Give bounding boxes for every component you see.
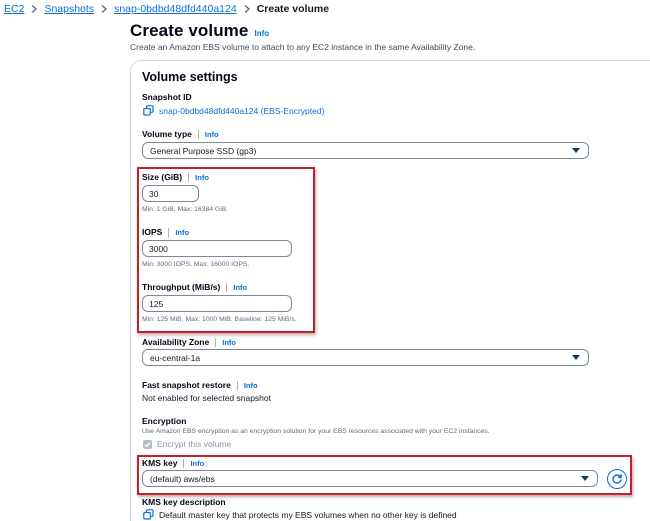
highlight-box-performance [137, 167, 315, 333]
fast-snapshot-restore-label-text: Fast snapshot restore [142, 380, 231, 390]
copy-icon[interactable] [143, 105, 154, 116]
kms-key-description-row: Default master key that protects my EBS … [143, 509, 457, 520]
snapshot-id-label: Snapshot ID [142, 92, 192, 102]
availability-zone-label-text: Availability Zone [142, 337, 210, 347]
volume-type-value: General Purpose SSD (gp3) [150, 145, 257, 156]
kms-key-description-label-text: KMS key description [142, 497, 226, 507]
chevron-right-icon [101, 5, 108, 13]
label-divider [197, 129, 199, 139]
kms-key-description-value: Default master key that protects my EBS … [159, 509, 457, 520]
encrypt-volume-label: Encrypt this volume [157, 439, 232, 449]
caret-down-icon [572, 355, 580, 360]
fast-snapshot-restore-label: Fast snapshot restore Info [142, 380, 258, 390]
chevron-right-icon [31, 5, 38, 13]
chevron-right-icon [244, 5, 250, 13]
highlight-box-kms-key [137, 455, 632, 495]
fast-snapshot-restore-info-link[interactable]: Info [244, 381, 258, 390]
encryption-label: Encryption [142, 416, 186, 426]
breadcrumb-snapshot-id[interactable]: snap-0bdbd48dfd440a124 [114, 3, 237, 15]
encryption-description: Use Amazon EBS encryption as an encrypti… [142, 428, 490, 435]
caret-down-icon [572, 148, 580, 153]
encrypt-volume-checkbox[interactable] [143, 439, 152, 449]
breadcrumb-ec2[interactable]: EC2 [4, 3, 24, 15]
label-divider [215, 337, 217, 347]
copy-icon[interactable] [143, 509, 154, 520]
breadcrumb: EC2 Snapshots snap-0bdbd48dfd440a124 Cre… [4, 2, 329, 16]
breadcrumb-snapshots[interactable]: Snapshots [44, 3, 94, 15]
page-info-link[interactable]: Info [254, 29, 269, 38]
checkmark-icon [144, 441, 151, 447]
snapshot-id-label-text: Snapshot ID [142, 92, 192, 102]
volume-type-label-text: Volume type [142, 129, 192, 139]
availability-zone-value: eu-central-1a [150, 352, 201, 363]
volume-type-info-link[interactable]: Info [205, 130, 219, 139]
volume-settings-title: Volume settings [142, 70, 238, 84]
fast-snapshot-restore-value: Not enabled for selected snapshot [142, 393, 272, 403]
availability-zone-label: Availability Zone Info [142, 337, 236, 347]
encrypt-volume-checkbox-row: Encrypt this volume [143, 439, 231, 449]
snapshot-id-link[interactable]: snap-0bdbd48dfd440a124 (EBS-Encrypted) [143, 105, 324, 116]
page-description: Create an Amazon EBS volume to attach to… [130, 42, 476, 52]
volume-type-select[interactable]: General Purpose SSD (gp3) [142, 142, 589, 159]
kms-key-description-label: KMS key description [142, 497, 226, 507]
page-header: Create volume Info [130, 21, 269, 41]
availability-zone-info-link[interactable]: Info [222, 338, 236, 347]
snapshot-id-value[interactable]: snap-0bdbd48dfd440a124 (EBS-Encrypted) [159, 106, 324, 116]
page-title: Create volume [130, 21, 249, 40]
breadcrumb-current: Create volume [256, 3, 330, 15]
availability-zone-select[interactable]: eu-central-1a [142, 349, 589, 366]
volume-type-label: Volume type Info [142, 129, 219, 139]
encryption-label-text: Encryption [142, 416, 187, 426]
label-divider [236, 380, 238, 390]
